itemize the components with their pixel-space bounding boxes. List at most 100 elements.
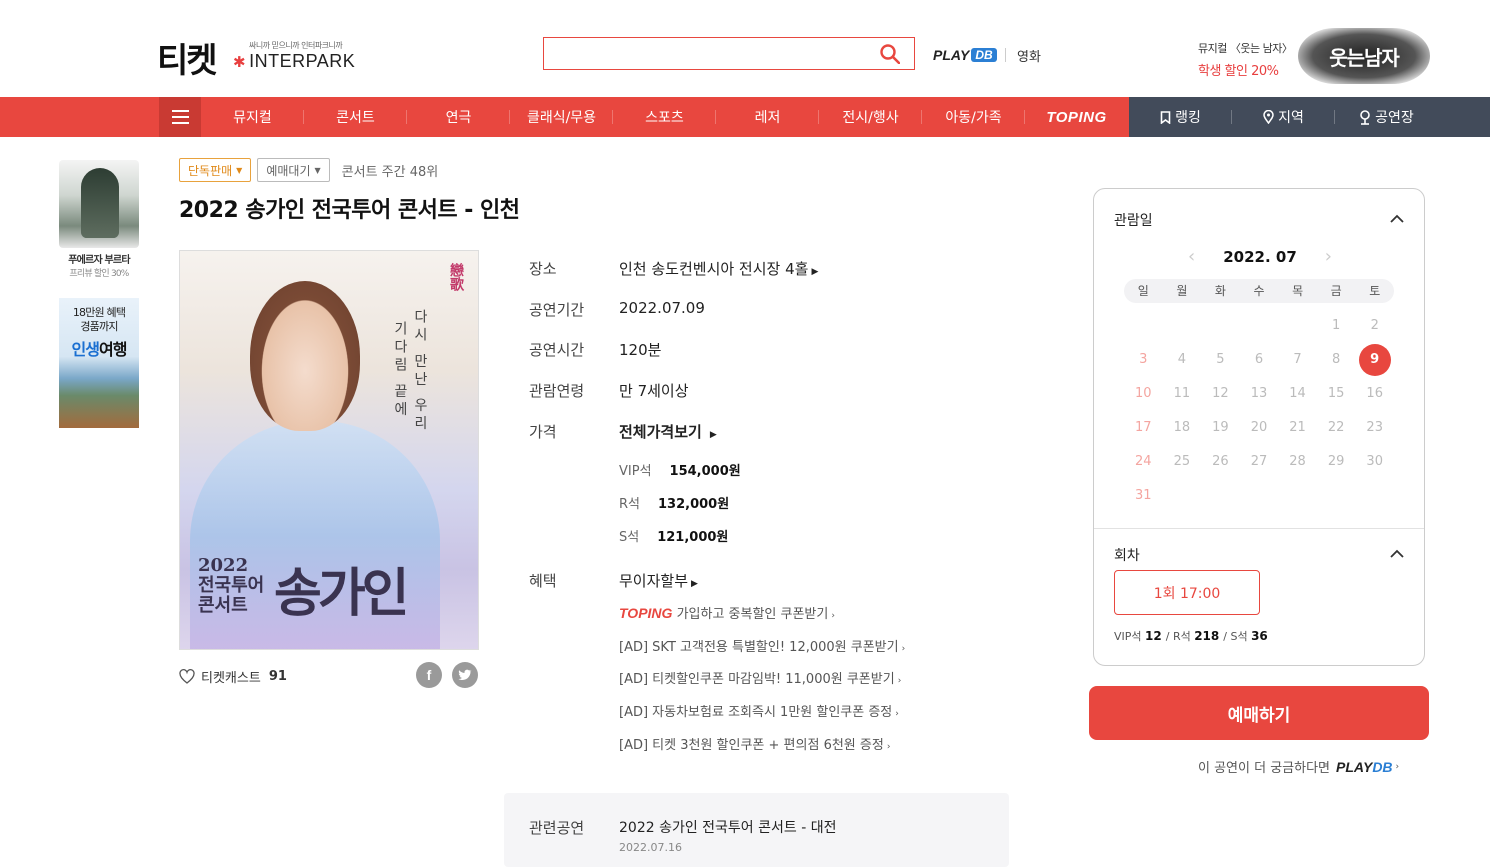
interpark-logo[interactable]: 싸니까 믿으니까 인터파크니까 ✱ INTERPARK [233, 40, 363, 72]
calendar-day[interactable]: 31 [1127, 480, 1159, 512]
nav-item-venue[interactable]: 공연장 [1335, 97, 1438, 137]
caret-right-icon: ▶ [691, 579, 698, 589]
nav-item-toping[interactable]: TOPING [1025, 97, 1128, 137]
playdb-link[interactable]: PLAY DB [933, 47, 997, 63]
calendar-day[interactable]: 8 [1320, 344, 1352, 376]
search-input[interactable] [544, 38, 864, 69]
related-title[interactable]: 2022 송가인 전국투어 콘서트 - 대전 [619, 817, 837, 837]
nav-item-musical[interactable]: 뮤지컬 [201, 97, 304, 137]
seat-count: 218 [1194, 629, 1220, 643]
calendar-day[interactable]: 2 [1359, 310, 1391, 342]
nav-ranking-label: 랭킹 [1175, 110, 1201, 126]
ticketcast[interactable]: 티켓캐스트 91 [179, 667, 287, 686]
ad-link-4[interactable]: [AD] 티켓 3천원 할인쿠폰 + 편의점 6천원 증정 › [619, 734, 890, 753]
price-row-s: S석 121,000원 [619, 526, 728, 545]
search-icon[interactable] [880, 44, 900, 64]
facebook-share-icon[interactable]: f [416, 662, 442, 688]
nav-item-concert[interactable]: 콘서트 [304, 97, 407, 137]
calendar-day[interactable]: 27 [1243, 446, 1275, 478]
calendar-day[interactable]: 6 [1243, 344, 1275, 376]
date-section-title: 관람일 [1114, 213, 1153, 229]
poster-figure-face [250, 281, 360, 431]
calendar-day[interactable]: 10 [1127, 378, 1159, 410]
venue-pin-icon [1360, 109, 1370, 125]
venue-value: 인천 송도컨벤시아 전시장 4홀 [619, 260, 809, 278]
chevron-up-icon[interactable] [1390, 549, 1404, 558]
product-poster: 다시 만난 우리 기다림 끝에 戀歌 2022 전국투어 콘서트 송가인 [179, 250, 479, 650]
calendar-day-selected[interactable]: 9 [1358, 344, 1391, 376]
promo-image[interactable]: 웃는남자 [1298, 28, 1430, 84]
calendar-day[interactable]: 4 [1166, 344, 1198, 376]
exclusive-badge[interactable]: 단독판매 ▼ [179, 158, 252, 182]
toping-benefit-link[interactable]: TOPING 가입하고 중복할인 쿠폰받기 › [619, 603, 835, 622]
calendar-day[interactable]: 13 [1243, 378, 1275, 410]
calendar-day[interactable]: 22 [1320, 412, 1352, 444]
calendar-day[interactable]: 12 [1204, 378, 1236, 410]
weekday-bar: 일 월 화 수 목 금 토 [1124, 279, 1394, 303]
side-ad-travel[interactable]: 18만원 혜택 경품까지 인생여행 [59, 298, 139, 428]
calendar-day[interactable]: 11 [1166, 378, 1198, 410]
session-button[interactable]: 1회 17:00 [1114, 570, 1260, 615]
nav-item-classic[interactable]: 클래식/무용 [510, 97, 613, 137]
calendar-day[interactable]: 28 [1282, 446, 1314, 478]
nav-item-exhibition[interactable]: 전시/행사 [819, 97, 922, 137]
poster-year: 2022 [198, 555, 249, 576]
calendar-day[interactable]: 20 [1243, 412, 1275, 444]
price-seat: R석 [619, 497, 640, 512]
calendar-day[interactable]: 17 [1127, 412, 1159, 444]
calendar-day[interactable]: 23 [1359, 412, 1391, 444]
main-nav: 뮤지컬 콘서트 연극 클래식/무용 스포츠 레저 전시/행사 아동/가족 TOP… [0, 97, 1490, 137]
side-ad-fuerza[interactable]: 푸에르자 부르타 프리뷰 할인 30% [59, 160, 139, 279]
twitter-share-icon[interactable] [452, 662, 478, 688]
ad-link-3[interactable]: [AD] 자동차보험료 조회즉시 1만원 할인쿠폰 증정 › [619, 701, 899, 720]
playdb-play: PLAY [933, 47, 970, 63]
installment-link[interactable]: 무이자할부 ▶ [619, 570, 698, 591]
calendar-day[interactable]: 21 [1282, 412, 1314, 444]
calendar-day[interactable]: 15 [1320, 378, 1352, 410]
installment-value: 무이자할부 [619, 572, 689, 590]
caret-right-icon: ▶ [709, 430, 717, 440]
calendar-day[interactable]: 19 [1204, 412, 1236, 444]
next-month-icon[interactable]: › [1325, 246, 1332, 267]
waiting-badge[interactable]: 예매대기 ▼ [257, 158, 330, 182]
ad-link-1[interactable]: [AD] SKT 고객전용 특별할인! 12,000원 쿠폰받기 › [619, 636, 905, 655]
logo-ticket[interactable]: 티켓 [157, 33, 218, 82]
menu-icon[interactable] [159, 97, 201, 137]
calendar-day[interactable]: 24 [1127, 446, 1159, 478]
calendar-day[interactable]: 1 [1320, 310, 1352, 342]
calendar-day[interactable]: 25 [1166, 446, 1198, 478]
calendar-day[interactable]: 18 [1166, 412, 1198, 444]
price-all-link[interactable]: 전체가격보기 ▶ [619, 421, 717, 442]
calendar-day[interactable]: 26 [1204, 446, 1236, 478]
calendar-day[interactable]: 29 [1320, 446, 1352, 478]
chevron-right-icon: › [897, 676, 902, 686]
seat-count: 12 [1145, 629, 1162, 643]
calendar-day[interactable]: 30 [1359, 446, 1391, 478]
chevron-up-icon[interactable] [1390, 214, 1404, 223]
calendar-day[interactable]: 5 [1204, 344, 1236, 376]
nav-item-region[interactable]: 지역 [1232, 97, 1335, 137]
ad-link-2[interactable]: [AD] 티켓할인쿠폰 마감임박! 11,000원 쿠폰받기 › [619, 668, 901, 687]
prev-month-icon[interactable]: ‹ [1188, 246, 1195, 267]
nav-item-play[interactable]: 연극 [407, 97, 510, 137]
nav-item-sports[interactable]: 스포츠 [613, 97, 716, 137]
calendar-day[interactable]: 7 [1282, 344, 1314, 376]
calendar-day[interactable]: 16 [1359, 378, 1391, 410]
calendar-day[interactable]: 3 [1127, 344, 1159, 376]
share-buttons: f [416, 662, 478, 688]
playdb-more-link[interactable]: 이 공연이 더 궁금하다면 PLAYDB › [1198, 757, 1399, 777]
benefit-label: 혜택 [529, 572, 557, 590]
side-ad-travel-line2: 경품까지 [80, 320, 118, 333]
book-button[interactable]: 예매하기 [1089, 686, 1429, 740]
chevron-right-icon: › [895, 709, 899, 719]
calendar-day[interactable]: 14 [1282, 378, 1314, 410]
venue-link[interactable]: 인천 송도컨벤시아 전시장 4홀 ▶ [619, 258, 818, 279]
period-label: 공연기간 [529, 301, 585, 319]
nav-item-kids[interactable]: 아동/가족 [922, 97, 1025, 137]
movie-link[interactable]: 영화 [1017, 46, 1041, 65]
nav-item-leisure[interactable]: 레저 [716, 97, 819, 137]
nav-venue-label: 공연장 [1375, 110, 1414, 126]
caret-right-icon: ▶ [811, 267, 819, 277]
header-promo[interactable]: 뮤지컬 〈웃는 남자〉 학생 할인 20% [1198, 40, 1293, 79]
nav-item-ranking[interactable]: 랭킹 [1129, 97, 1232, 137]
